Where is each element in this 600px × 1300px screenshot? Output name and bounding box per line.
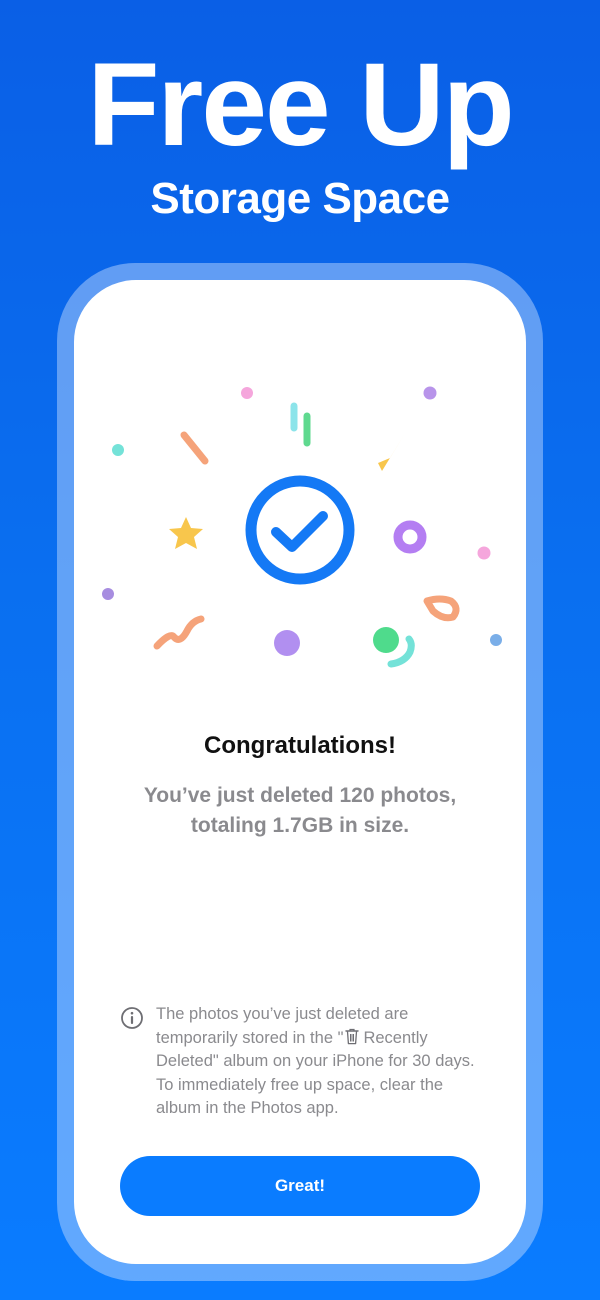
checkmark-circle-icon [245, 475, 355, 585]
confetti-triangle [378, 435, 404, 471]
summary-line-2: totaling 1.7GB in size. [190, 814, 410, 837]
confetti-bar [180, 431, 209, 465]
phone-screen: Congratulations! You’ve just deleted 120… [74, 280, 526, 1264]
deletion-summary: You’ve just deleted 120 photos, totaling… [94, 781, 506, 841]
confetti-dot [241, 387, 253, 399]
congratulations-title: Congratulations! [204, 732, 396, 759]
info-text: The photos you’ve just deleted are tempo… [156, 1003, 486, 1121]
confetti-squiggle [153, 615, 205, 650]
confetti-loop [423, 595, 460, 622]
confetti-dot [102, 588, 114, 600]
hero-title: Free Up [87, 39, 514, 171]
confetti-dot [423, 386, 437, 400]
summary-line-1: You’ve just deleted 120 photos, [143, 784, 457, 807]
info-circle-icon [121, 1007, 143, 1029]
confetti-dot [274, 630, 300, 656]
great-button[interactable]: Great! [120, 1156, 480, 1216]
confetti-star [169, 517, 203, 549]
hero-subtitle: Storage Space [150, 174, 450, 223]
confetti-dot [373, 627, 399, 653]
confetti-dot [112, 444, 124, 456]
confetti-dot [490, 634, 502, 646]
confetti-dot [477, 546, 491, 560]
confetti-ring [393, 520, 427, 554]
trash-icon [345, 1028, 360, 1044]
